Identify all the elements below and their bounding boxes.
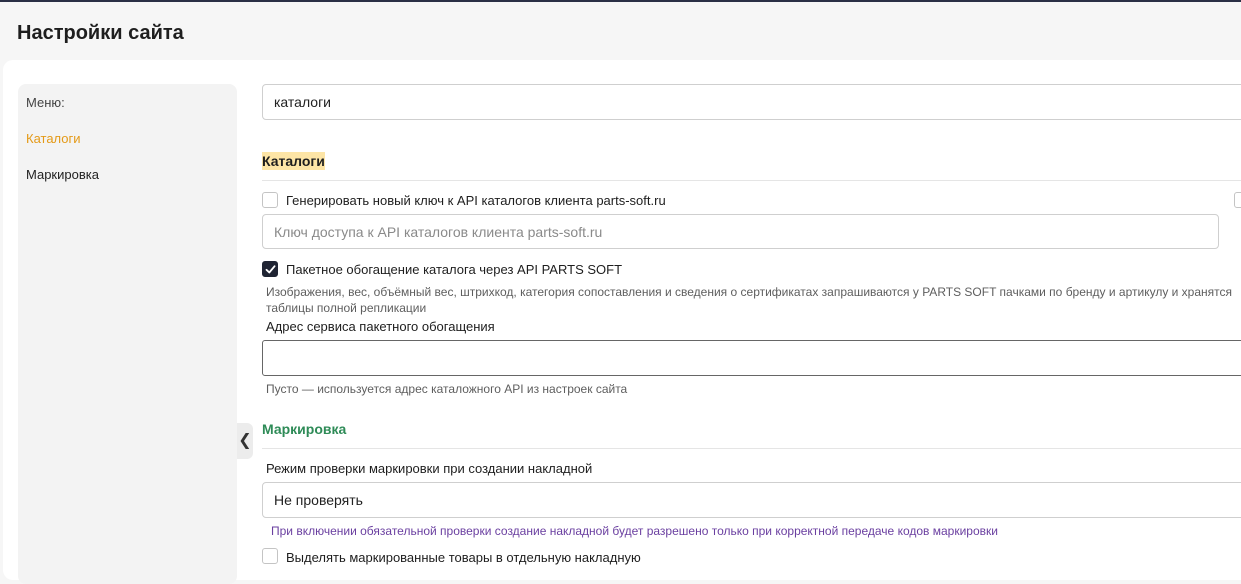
- check-mode-hint: При включении обязательной проверки созд…: [271, 524, 998, 538]
- section-heading-marking: Маркировка: [262, 421, 347, 437]
- check-mode-select[interactable]: Не проверять: [262, 482, 1241, 518]
- generate-key-label: Генерировать новый ключ к API каталогов …: [286, 193, 666, 208]
- sidebar: Меню: Каталоги Маркировка: [18, 84, 237, 584]
- section-heading-catalogs: Каталоги: [262, 152, 325, 170]
- api-key-input[interactable]: [262, 214, 1219, 249]
- generate-key-checkbox[interactable]: [262, 192, 278, 208]
- top-border: [0, 0, 1241, 2]
- service-address-input[interactable]: [262, 340, 1241, 376]
- check-mode-selected-value: Не проверять: [274, 492, 363, 508]
- separate-invoice-checkbox[interactable]: [262, 548, 278, 564]
- service-address-label: Адрес сервиса пакетного обогащения: [266, 319, 495, 334]
- batch-enrich-checkbox[interactable]: [262, 261, 278, 277]
- batch-enrich-hint-line1: Изображения, вес, объёмный вес, штрихкод…: [266, 285, 1233, 299]
- chevron-left-icon: ❮: [238, 432, 252, 449]
- checkmark-icon: [265, 265, 276, 274]
- sidebar-item-catalogs[interactable]: Каталоги: [26, 131, 81, 146]
- section-divider: [262, 448, 1241, 449]
- extra-checkbox[interactable]: [1234, 192, 1241, 208]
- sidebar-menu-label: Меню:: [26, 95, 65, 110]
- section-divider: [262, 180, 1241, 181]
- service-address-hint: Пусто — используется адрес каталожного A…: [266, 382, 628, 396]
- settings-search-input[interactable]: [262, 84, 1241, 120]
- page-title: Настройки сайта: [17, 22, 184, 44]
- collapse-sidebar-button[interactable]: ❮: [237, 423, 253, 459]
- batch-enrich-hint-line2: таблицы полной репликации: [266, 301, 427, 315]
- batch-enrich-label: Пакетное обогащение каталога через API P…: [286, 262, 623, 277]
- check-mode-label: Режим проверки маркировки при создании н…: [266, 461, 593, 476]
- sidebar-item-marking[interactable]: Маркировка: [26, 167, 99, 182]
